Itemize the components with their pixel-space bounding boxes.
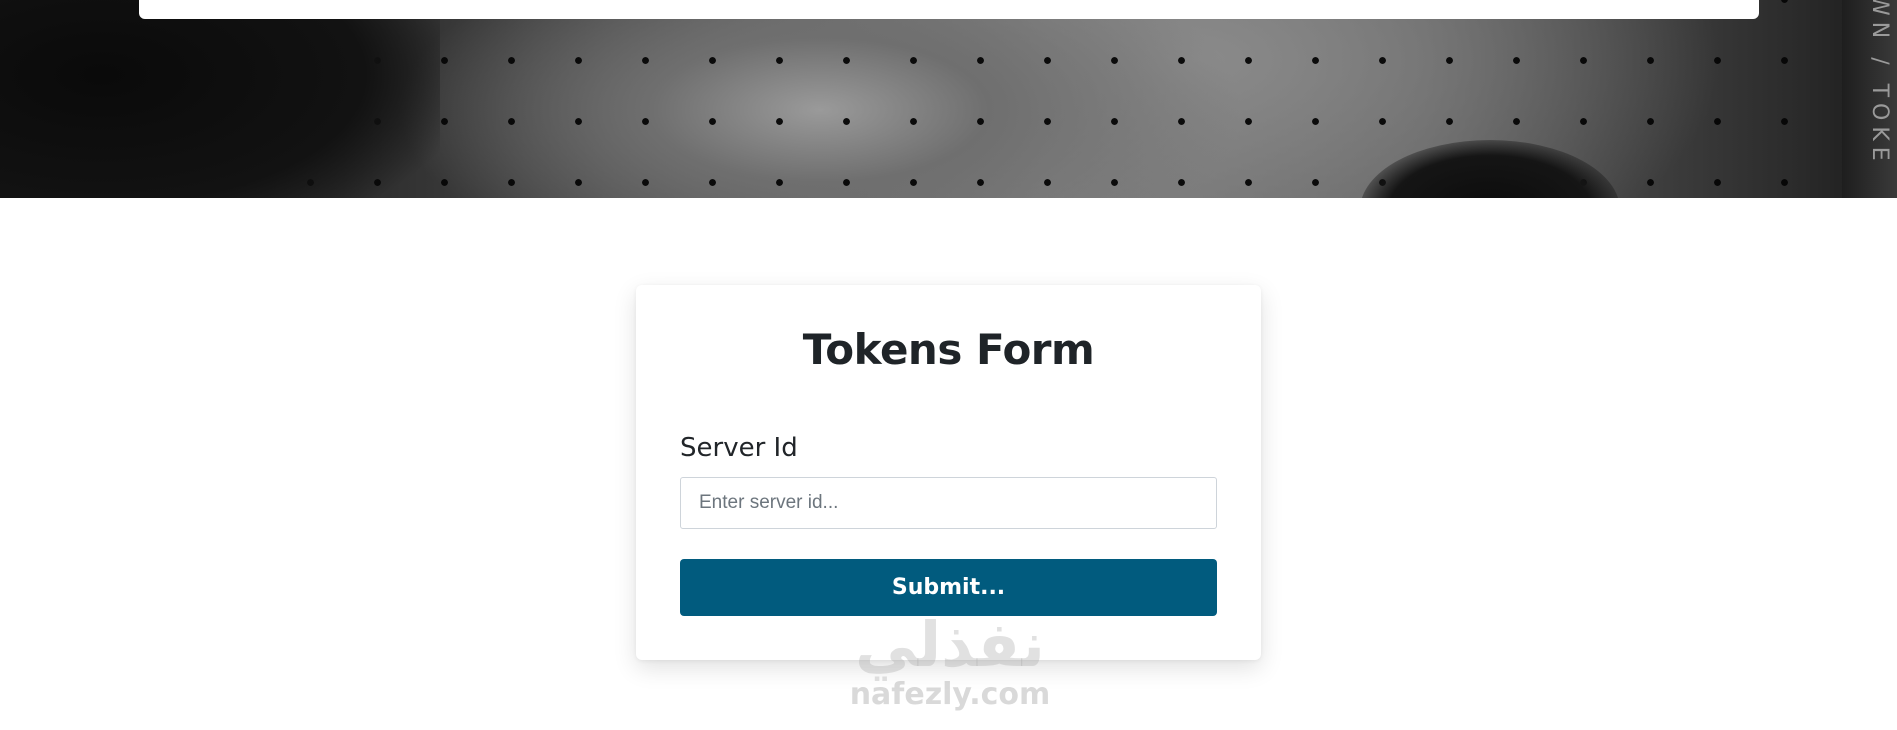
watermark-url: nafezly.com xyxy=(849,677,1051,712)
server-id-label: Server Id xyxy=(680,433,798,463)
top-card xyxy=(139,0,1759,19)
hero-dark-shape xyxy=(0,0,440,198)
server-id-input[interactable] xyxy=(680,477,1217,529)
form-title: Tokens Form xyxy=(802,325,1095,374)
submit-button[interactable]: Submit... xyxy=(680,559,1217,616)
page: WN / TOKE Tokens Form Server Id Submit..… xyxy=(0,0,1897,730)
hero-vertical-text: WN / TOKE xyxy=(1867,0,1892,167)
tokens-form-card: Tokens Form Server Id Submit... xyxy=(636,285,1261,660)
hero-banner: WN / TOKE xyxy=(0,0,1897,198)
